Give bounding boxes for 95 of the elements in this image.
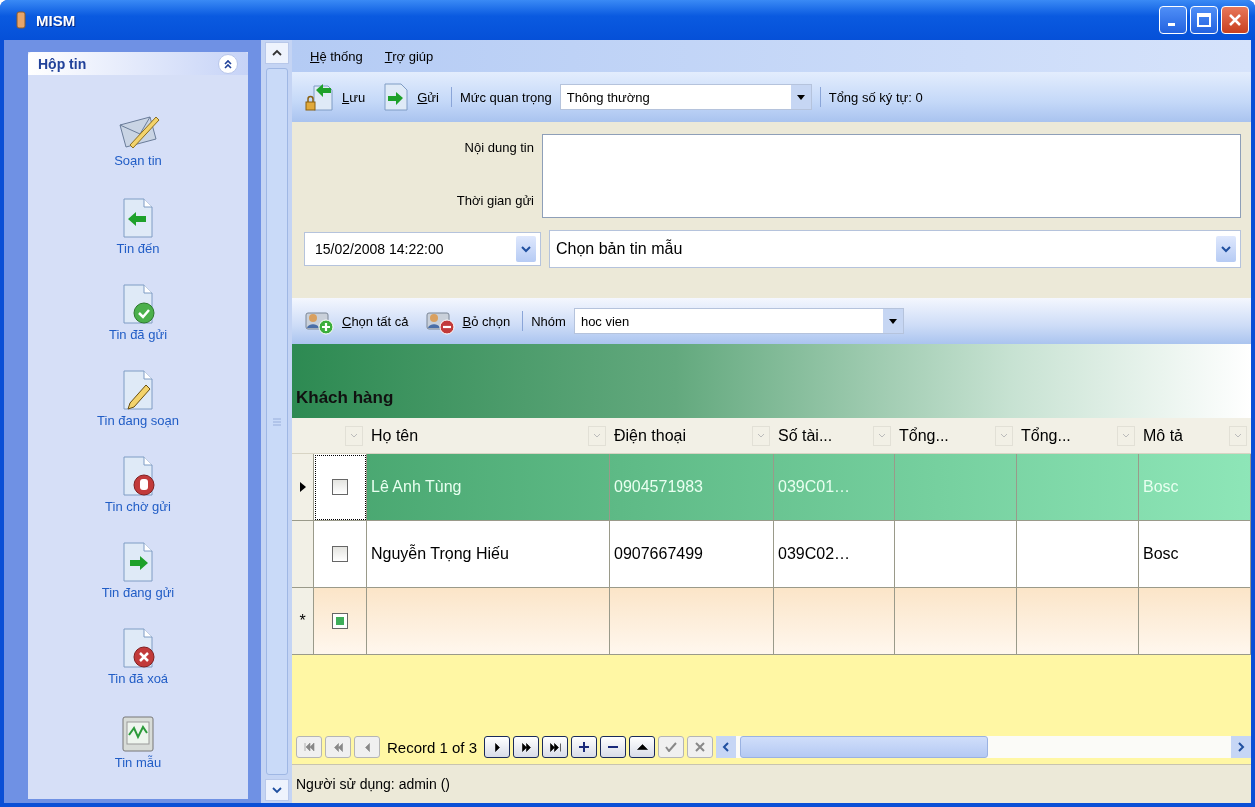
- table-row[interactable]: Nguyễn Trọng Hiếu 0907667499 039C02… Bosc: [292, 521, 1251, 588]
- table-cell: 039C02…: [774, 521, 895, 588]
- check-icon: [665, 742, 678, 752]
- sidebar-item[interactable]: Tin đã xoá: [107, 627, 169, 713]
- window-title: MISM: [36, 11, 76, 29]
- triangle-up-icon: [636, 744, 648, 750]
- dropdown-icon: [882, 309, 903, 333]
- content-field[interactable]: [542, 134, 1241, 218]
- filter-icon: [1117, 425, 1135, 446]
- close-icon: [1228, 13, 1242, 27]
- scrollbar-thumb[interactable]: [265, 68, 288, 775]
- triangle-right-icon: [494, 742, 500, 752]
- filter-icon: [345, 425, 363, 446]
- scroll-left-button[interactable]: [716, 736, 737, 758]
- table-cell: 039C01…: [774, 454, 895, 521]
- menu-item[interactable]: Trợ giúp: [384, 48, 434, 64]
- toolbar-button[interactable]: Bỏ chọn: [420, 307, 515, 335]
- triangle-left-icon: [364, 742, 370, 752]
- menu-item[interactable]: Hệ thống: [310, 48, 363, 64]
- navigator-button[interactable]: [484, 736, 511, 758]
- scroll-right-button[interactable]: [1231, 736, 1251, 758]
- record-label: Record 1 of 3: [386, 738, 479, 756]
- scrollbar-thumb[interactable]: [740, 736, 989, 758]
- table-cell: 0907667499: [610, 521, 774, 588]
- minus-icon: [607, 746, 620, 748]
- document-lock-icon: [304, 82, 336, 112]
- table-title: Khách hàng: [296, 388, 394, 408]
- caret-left-icon: [722, 742, 731, 752]
- chevron-down-icon: [1216, 236, 1236, 262]
- table-row[interactable]: *: [292, 588, 1251, 655]
- filter-icon: [873, 425, 891, 446]
- status-text: Người sử dụng: admin (): [295, 776, 451, 792]
- table-cell: Bosc: [1139, 521, 1251, 588]
- current-row-icon: [299, 482, 306, 492]
- checkbox[interactable]: [332, 479, 348, 495]
- sidebar-title: Hộp tin: [38, 55, 87, 72]
- minimize-icon: [1167, 22, 1175, 26]
- toolbar-button[interactable]: Chọn tất cả: [300, 307, 413, 335]
- last-icon: [549, 742, 561, 752]
- template-dropdown[interactable]: Chọn bản tin mẫu: [549, 230, 1241, 268]
- collapse-button[interactable]: [218, 53, 238, 74]
- table-cell: Nguyễn Trọng Hiếu: [367, 521, 610, 588]
- filter-icon: [752, 425, 770, 446]
- priority-dropdown[interactable]: Thông thường: [559, 84, 812, 110]
- navigator-button[interactable]: [571, 736, 598, 758]
- filter-icon: [995, 425, 1013, 446]
- checkbox[interactable]: [332, 613, 348, 629]
- sidebar-item[interactable]: Tin đang soạn: [97, 369, 179, 455]
- date-time-picker[interactable]: 15/02/2008 14:22:00: [304, 232, 541, 266]
- clipboard-chart-icon: [120, 713, 156, 753]
- double-left-icon: [333, 742, 343, 752]
- toolbar-button[interactable]: Gửi: [377, 82, 443, 112]
- filter-icon: [588, 425, 606, 446]
- row-header[interactable]: [292, 454, 314, 521]
- caret-up-icon: [271, 49, 282, 57]
- table-cell: Bosc: [1139, 454, 1251, 521]
- group-dropdown[interactable]: hoc vien: [573, 308, 904, 334]
- close-button[interactable]: [1221, 6, 1249, 34]
- table-cell: Lê Anh Tùng: [367, 454, 610, 521]
- minimize-button[interactable]: [1159, 6, 1187, 34]
- row-header[interactable]: *: [292, 588, 314, 655]
- navigator-button[interactable]: [600, 736, 627, 758]
- sidebar-item[interactable]: Tin đến: [116, 197, 160, 283]
- caret-right-icon: [1237, 742, 1245, 752]
- double-right-icon: [521, 742, 531, 752]
- maximize-button[interactable]: [1190, 6, 1218, 34]
- checkbox[interactable]: [332, 546, 348, 562]
- filter-icon: [1229, 425, 1247, 446]
- priority-label: Mức quan trọng: [459, 89, 552, 105]
- group-label: Nhóm: [531, 313, 566, 329]
- sidebar-item[interactable]: Tin đã gửi: [108, 283, 168, 369]
- sidebar-item[interactable]: Tin đang gửi: [101, 541, 175, 627]
- character-count: Tổng số ký tự: 0: [828, 89, 923, 105]
- table-cell: 0904571983: [610, 454, 774, 521]
- sidebar-item[interactable]: Soạn tin: [114, 111, 162, 197]
- content-label: Nội dung tin: [464, 140, 534, 155]
- chevron-down-icon: [516, 236, 536, 262]
- cross-icon: [695, 742, 706, 752]
- scroll-down-button[interactable]: [264, 779, 289, 801]
- plus-icon: [578, 741, 591, 753]
- navigator-button[interactable]: [513, 736, 540, 758]
- toolbar-button[interactable]: Lưu: [300, 82, 370, 112]
- scroll-up-button[interactable]: [264, 42, 289, 64]
- dropdown-icon: [790, 85, 811, 109]
- send-time-label: Thời gian gửi: [456, 193, 534, 208]
- new-row-marker: *: [299, 612, 306, 630]
- maximize-icon: [1197, 13, 1211, 27]
- navigator-button[interactable]: [629, 736, 656, 758]
- navigator-button[interactable]: [542, 736, 569, 758]
- sidebar-item[interactable]: Tin chờ gửi: [105, 455, 171, 541]
- caret-down-icon: [271, 786, 282, 794]
- phone-icon: [16, 11, 26, 29]
- sidebar-item[interactable]: Tin mẫu: [114, 713, 162, 799]
- first-icon: [303, 742, 315, 752]
- grip-icon: [272, 417, 281, 426]
